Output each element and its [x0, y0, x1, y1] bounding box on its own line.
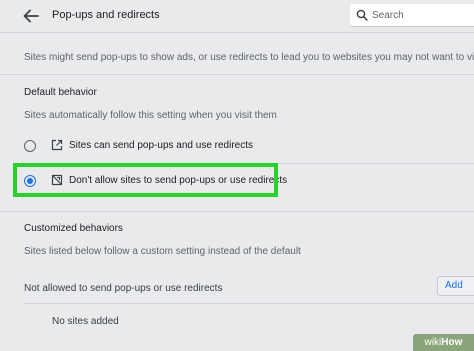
- watermark-prefix: wiki: [424, 337, 442, 348]
- not-allowed-label: Not allowed to send pop-ups or use redir…: [24, 283, 223, 294]
- search-box[interactable]: [350, 4, 474, 27]
- default-behavior-title: Default behavior: [24, 87, 97, 98]
- search-icon: [356, 9, 368, 21]
- search-input[interactable]: [372, 7, 468, 23]
- section-divider: [0, 74, 474, 75]
- list-divider: [24, 303, 474, 304]
- empty-list-text: No sites added: [52, 316, 119, 327]
- page-description: Sites might send pop-ups to show ads, or…: [24, 52, 474, 63]
- highlight-box: [13, 163, 278, 197]
- page-header: Pop-ups and redirects: [0, 0, 474, 32]
- back-arrow-icon[interactable]: [22, 8, 40, 24]
- add-button[interactable]: Add: [437, 276, 474, 296]
- header-divider: [0, 32, 474, 33]
- customized-behaviors-subtitle: Sites listed below follow a custom setti…: [24, 246, 301, 257]
- default-behavior-subtitle: Sites automatically follow this setting …: [24, 110, 277, 121]
- option-allow-label[interactable]: Sites can send pop-ups and use redirects: [69, 140, 253, 151]
- customized-behaviors-title: Customized behaviors: [24, 223, 123, 234]
- section-divider-2: [0, 211, 474, 212]
- wikihow-watermark: wikiHow: [413, 334, 474, 351]
- open-in-new-icon: [51, 139, 63, 151]
- page-title: Pop-ups and redirects: [52, 9, 160, 21]
- radio-allow[interactable]: [24, 140, 36, 152]
- watermark-suffix: How: [441, 337, 463, 348]
